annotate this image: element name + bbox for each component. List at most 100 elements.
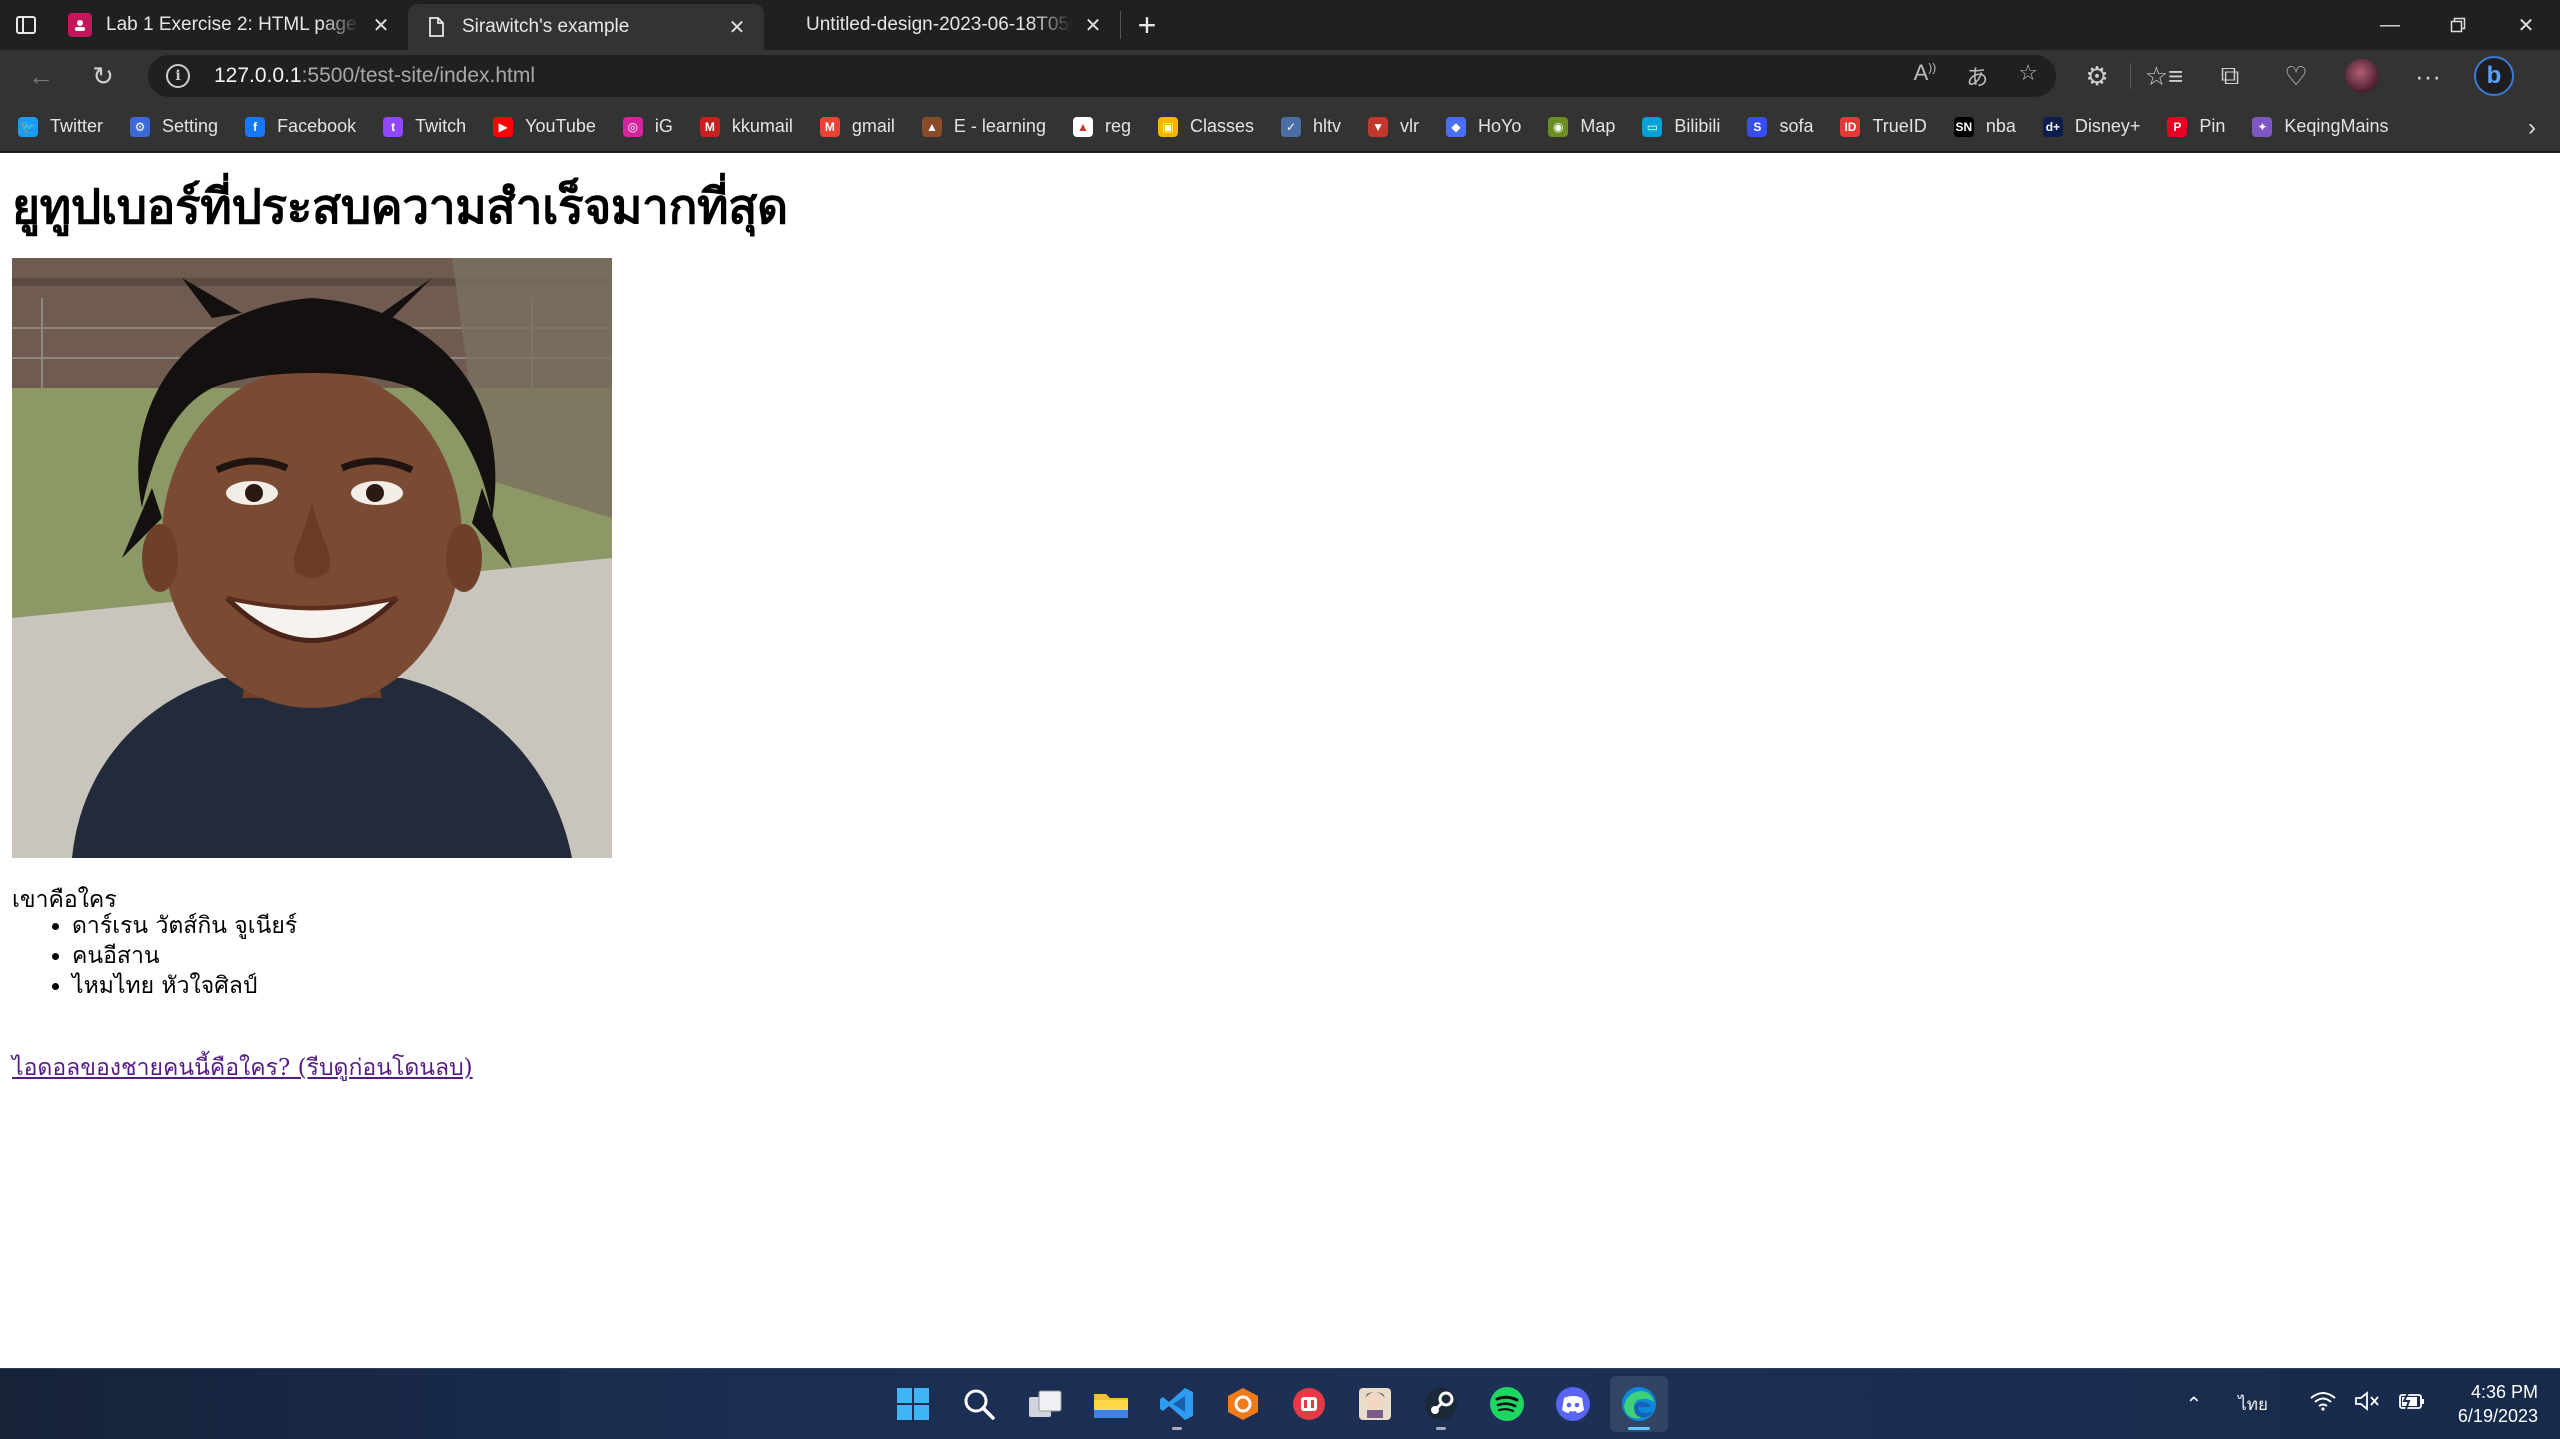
bookmark-sofa[interactable]: Ssofa bbox=[1747, 116, 1813, 137]
clock[interactable]: 4:36 PM 6/19/2023 bbox=[2458, 1380, 2538, 1428]
translate-icon[interactable]: あ bbox=[1966, 60, 1988, 92]
bookmark-keqingmains[interactable]: ✦ KeqingMains bbox=[2252, 116, 2388, 137]
speaker-muted-icon[interactable] bbox=[2354, 1391, 2380, 1417]
steam-button[interactable] bbox=[1412, 1376, 1470, 1432]
bookmark-label: Setting bbox=[162, 116, 219, 136]
bookmark-hoyo[interactable]: ◆ HoYo bbox=[1446, 116, 1521, 137]
taskbar-apps bbox=[884, 1376, 1668, 1432]
bookmark-youtube[interactable]: ▶ YouTube bbox=[493, 116, 596, 137]
bookmarks-bar: 🐦 Twitter ⚙ Setting f Facebook t Twitch ▶ YouTube… bbox=[0, 102, 2560, 152]
idol-link[interactable]: ไอดอลของชายคนนี้คือใคร? (รีบดูก่อนโดนลบ) bbox=[12, 1050, 473, 1086]
close-icon[interactable]: ✕ bbox=[1082, 14, 1104, 37]
info-list: ดาร์เรน วัตส์กิน จูเนียร์ คนอีสาน ไหมไทย… bbox=[12, 911, 297, 1001]
close-icon[interactable]: ✕ bbox=[370, 14, 392, 37]
search-button[interactable] bbox=[950, 1376, 1008, 1432]
spotify-button[interactable] bbox=[1478, 1376, 1536, 1432]
bookmark-trueid[interactable]: ID TrueID bbox=[1840, 116, 1927, 137]
bookmark-label: nba bbox=[1985, 116, 2016, 136]
bookmark-hltv[interactable]: ✓ hltv bbox=[1281, 116, 1341, 137]
bookmark-twitter[interactable]: 🐦 Twitter bbox=[18, 116, 103, 137]
bookmark-label: HoYo bbox=[1478, 116, 1522, 136]
running-indicator bbox=[1172, 1427, 1182, 1430]
tab-untitled-design[interactable]: Untitled-design-2023-06-18T0500 ✕ bbox=[764, 0, 1120, 50]
tab-lab1[interactable]: Lab 1 Exercise 2: HTML page with ✕ bbox=[52, 0, 408, 50]
bookmark-gmail[interactable]: Mgmail bbox=[819, 116, 895, 137]
bookmark-pin[interactable]: P Pin bbox=[2167, 116, 2225, 137]
address-bar-actions: A)) あ ☆ bbox=[1914, 60, 2038, 92]
vscode-icon bbox=[1160, 1388, 1193, 1420]
avatar bbox=[2345, 59, 2379, 93]
read-aloud-icon[interactable]: A)) bbox=[1914, 60, 1937, 92]
favorites-button[interactable]: ☆≡ bbox=[2131, 50, 2197, 102]
bookmark-map[interactable]: ◉ Map bbox=[1548, 116, 1615, 137]
anime-app-button[interactable] bbox=[1346, 1376, 1404, 1432]
file-explorer-button[interactable] bbox=[1082, 1376, 1140, 1432]
new-tab-button[interactable]: + bbox=[1121, 0, 1173, 50]
bookmark-kkumail[interactable]: Mkkumail bbox=[699, 116, 793, 137]
arrow-left-icon: ← bbox=[28, 60, 54, 91]
search-icon bbox=[964, 1389, 995, 1420]
battery-charging-icon[interactable] bbox=[2398, 1391, 2426, 1417]
language-indicator[interactable]: ไทย bbox=[2238, 1391, 2268, 1418]
bookmark-favicon-icon: ✓ bbox=[1281, 116, 1302, 137]
bookmark-label: TrueID bbox=[1872, 116, 1927, 136]
game-launcher-button[interactable] bbox=[1280, 1376, 1338, 1432]
wifi-icon[interactable] bbox=[2310, 1391, 2336, 1417]
game-launcher-icon bbox=[1293, 1388, 1325, 1420]
bookmark-label: vlr bbox=[1400, 116, 1420, 136]
close-icon[interactable]: ✕ bbox=[726, 16, 748, 39]
reload-button[interactable]: ↻ bbox=[72, 50, 134, 102]
restore-button[interactable] bbox=[2424, 0, 2492, 50]
info-icon[interactable]: i bbox=[166, 64, 190, 88]
bookmark-favicon-icon: ◉ bbox=[1548, 116, 1569, 137]
bookmark-favicon-icon: ID bbox=[1840, 116, 1861, 137]
chevron-right-icon[interactable]: › bbox=[2528, 114, 2536, 142]
bookmark-favicon-icon: S bbox=[1747, 116, 1768, 137]
star-icon[interactable]: ☆ bbox=[2018, 60, 2038, 92]
clock-date: 6/19/2023 bbox=[2457, 1406, 2538, 1426]
bookmark-favicon-icon: ▭ bbox=[1642, 116, 1663, 137]
close-icon: ✕ bbox=[2517, 14, 2535, 37]
bookmark-e-learning[interactable]: ▲ E - learning bbox=[921, 116, 1046, 137]
bookmark-facebook[interactable]: f Facebook bbox=[245, 116, 356, 137]
bookmark-favicon-icon: SN bbox=[1953, 116, 1974, 137]
bookmark-reg[interactable]: ▲ reg bbox=[1072, 116, 1131, 137]
bookmark-setting[interactable]: ⚙ Setting bbox=[130, 116, 218, 137]
bookmark-favicon-icon: ▶ bbox=[493, 116, 514, 137]
bookmark-vlr[interactable]: ▼ vlr bbox=[1368, 116, 1419, 137]
discord-button[interactable] bbox=[1544, 1376, 1602, 1432]
tab-actions-button[interactable] bbox=[0, 0, 52, 50]
extensions-button[interactable]: ⚙ bbox=[2064, 50, 2130, 102]
classroom-icon bbox=[68, 13, 92, 37]
vscode-button[interactable] bbox=[1148, 1376, 1206, 1432]
minimize-icon: — bbox=[2380, 13, 2400, 36]
start-button[interactable] bbox=[884, 1376, 942, 1432]
bookmark-disney[interactable]: d+ Disney+ bbox=[2042, 116, 2140, 137]
tab-title: Lab 1 Exercise 2: HTML page with bbox=[106, 14, 360, 35]
chevron-up-icon[interactable]: ⌃ bbox=[2185, 1392, 2202, 1417]
collections-button[interactable]: ⧉ bbox=[2197, 50, 2263, 102]
system-tray: ⌃ ไทย 4:36 PM 6/19/2023 bbox=[2171, 1369, 2560, 1439]
page-viewport: ยูทูปเบอร์ที่ประสบความสำเร็จมากที่สุด เข… bbox=[0, 153, 2560, 1368]
task-view-button[interactable] bbox=[1016, 1376, 1074, 1432]
bookmark-twitch[interactable]: t Twitch bbox=[383, 116, 466, 137]
bookmark-ig[interactable]: ◎ iG bbox=[622, 116, 673, 137]
page-heading: ยูทูปเบอร์ที่ประสบความสำเร็จมากที่สุด bbox=[12, 179, 788, 235]
browser-essentials-button[interactable]: ♡ bbox=[2263, 50, 2329, 102]
profile-button[interactable] bbox=[2329, 50, 2395, 102]
bookmark-nba[interactable]: SN nba bbox=[1953, 116, 2016, 137]
close-window-button[interactable]: ✕ bbox=[2492, 0, 2560, 50]
sublime-merge-button[interactable] bbox=[1214, 1376, 1272, 1432]
windows-taskbar: ⌃ ไทย 4:36 PM 6/19/2023 bbox=[0, 1368, 2560, 1439]
favorites-icon: ☆≡ bbox=[2144, 60, 2184, 91]
back-button[interactable]: ← bbox=[10, 50, 72, 102]
bookmark-bilibili[interactable]: ▭ Bilibili bbox=[1642, 116, 1720, 137]
bookmark-classes[interactable]: ▣ Classes bbox=[1157, 116, 1254, 137]
tab-sirawitch[interactable]: Sirawitch's example ✕ bbox=[408, 4, 764, 50]
address-bar[interactable]: i 127.0.0.1:5500/test-site/index.html A)… bbox=[148, 55, 2056, 97]
bing-chat-button[interactable]: b bbox=[2461, 50, 2527, 102]
minimize-button[interactable]: — bbox=[2356, 0, 2424, 50]
puzzle-icon: ⚙ bbox=[2085, 60, 2109, 91]
edge-button[interactable] bbox=[1610, 1376, 1668, 1432]
settings-menu-button[interactable]: ··· bbox=[2395, 50, 2461, 102]
